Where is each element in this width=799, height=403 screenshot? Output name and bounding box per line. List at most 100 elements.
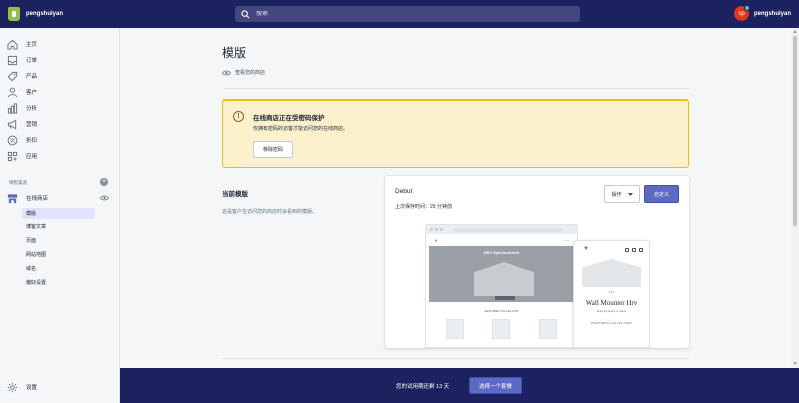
browser-bar [426,225,577,234]
current-theme-description: 这是客户在访问您的商店时会看到的模版。 [222,209,318,215]
theme-last-saved: 上次保存时间：29 分钟前 [395,204,452,210]
preview-hero: HRV Synchronized [429,246,574,302]
search-bar[interactable] [235,6,580,22]
scroll-down-icon[interactable] [793,362,797,365]
sidebar-item-label: 客户 [26,90,38,96]
top-bar: pengshuiyan sp pengshuiyan [0,0,799,28]
select-plan-button[interactable]: 选择一个套餐 [469,377,522,394]
sidebar-item-label: 设置 [26,385,38,391]
avatar: sp [733,5,750,21]
house-illustration-icon [474,262,534,296]
sidebar-item-home[interactable]: 主页 [0,37,120,51]
house-illustration-icon [582,259,641,287]
preview-logo-icon: ▼ [583,246,589,252]
main-content: 模版 查看您的商店 ! 在线商店正在受密码保护 仅拥有密码的访客才能访问您的在线… [121,28,791,368]
product-thumbnail [492,319,511,339]
mobile-preview[interactable]: ▼ ‹ • › Wall Mounter Hrv Enjoy the beaut… [573,240,650,348]
desktop-preview[interactable]: ▼ ⌕ ▭ HRV Synchronized FEATURED COLLECTI… [425,224,578,348]
store-brand[interactable]: pengshuiyan [8,7,220,21]
megaphone-icon [7,119,17,129]
preview-hero-title: HRV Synchronized [483,250,520,255]
sidebar-item-label: 订单 [26,58,38,64]
sidebar-subitem-navigation[interactable]: 网站地图 [22,249,95,260]
sidebar-item-analytics[interactable]: 分析 [0,101,120,115]
shopify-logo-icon [8,7,20,21]
sidebar-subitem-domains[interactable]: 域名 [22,263,95,274]
scrollbar[interactable] [791,28,799,368]
search-input[interactable] [256,11,556,17]
sidebar-item-orders[interactable]: 订单 [0,53,120,67]
product-thumbnail [538,319,557,339]
sidebar-subitem-preferences[interactable]: 偏好设置 [22,277,95,288]
preview-cart-icon: ⌕ ▭ [564,238,569,242]
actions-label: 操作 [611,191,622,198]
customize-button[interactable]: 自定义 [644,185,679,203]
product-thumbnail [446,319,465,339]
actions-dropdown-button[interactable]: 操作 [604,185,640,203]
trial-bar: 您的试用期还剩 13 天 选择一个套餐 [120,368,799,403]
view-store-link[interactable]: 查看您的商店 [222,69,265,76]
discount-icon [7,135,18,145]
sidebar-subitem-blog-posts[interactable]: 博客文章 [22,221,95,232]
sidebar-item-marketing[interactable]: 营销 [0,117,120,131]
window-dot [435,228,438,231]
sidebar-subitem-pages[interactable]: 页面 [22,235,95,246]
divider [222,358,689,359]
sidebar-item-customers[interactable]: 客户 [0,85,120,99]
sidebar-item-label: 产品 [26,74,38,80]
divider [222,88,689,89]
theme-name: Debut [395,188,413,195]
carousel-dots: ‹ • › [608,289,615,294]
remove-password-button[interactable]: 移除密码 [253,141,293,158]
add-channel-icon[interactable]: + [100,178,108,186]
store-name: pengshuiyan [26,11,64,17]
eye-icon [222,70,231,75]
user-menu[interactable]: sp pengshuiyan [733,5,791,21]
banner-title: 在线商店正在受密码保护 [253,115,325,122]
tag-icon [7,71,18,81]
banner-description: 仅拥有密码的访客才能访问您的在线商店。 [253,126,349,132]
sidebar-item-label: 折扣 [26,138,38,144]
sidebar: 主页 订单 产品 客户 分析 营销 折扣 应用 销售渠道 + 在线商店 模版 博… [0,28,120,403]
preview-hero-button [495,296,515,300]
mobile-header: ▼ [574,241,649,259]
trial-days-remaining: 您的试用期还剩 13 天 [396,384,450,390]
current-theme-title: 当前模版 [222,191,248,198]
view-store-label: 查看您的商店 [235,70,266,76]
page-title: 模版 [222,46,247,60]
mobile-hero-title: Wall Mounter Hrv [585,299,638,307]
sidebar-item-discounts[interactable]: 折扣 [0,133,120,147]
password-protection-banner: ! 在线商店正在受密码保护 仅拥有密码的访客才能访问您的在线商店。 移除密码 [222,99,689,168]
bar-chart-icon [7,102,18,114]
url-bar [453,227,563,232]
mobile-featured-label: FEATURED COLLECTION [591,321,632,325]
sidebar-item-products[interactable]: 产品 [0,69,120,83]
current-theme-card: Debut 上次保存时间：29 分钟前 操作 自定义 ▼ ⌕ ▭ HRV Syn… [385,176,689,348]
sidebar-item-apps[interactable]: 应用 [0,149,120,163]
home-icon [7,39,18,50]
sidebar-item-settings[interactable]: 设置 [0,380,120,394]
orders-icon [7,55,18,65]
search-icon [625,248,629,252]
sidebar-item-label: 主页 [26,42,38,48]
mobile-hero-subtitle: Enjoy the beauty of nature [596,310,627,313]
store-icon [7,193,18,203]
window-dot [440,228,443,231]
user-name: pengshuiyan [753,10,791,17]
scroll-thumb[interactable] [793,36,797,226]
caret-down-icon [627,192,633,196]
apps-icon [7,151,18,161]
menu-icon [639,248,643,252]
sidebar-subitem-themes[interactable]: 模版 [22,208,95,219]
preview-logo-icon: ▼ [434,237,438,243]
scroll-up-icon[interactable] [793,30,797,33]
preview-products [426,319,577,339]
sidebar-item-label: 在线商店 [26,196,49,202]
window-dot [430,228,433,231]
person-icon [7,87,18,97]
sales-channels-label: 销售渠道 [9,180,27,185]
sidebar-item-label: 应用 [26,154,38,160]
sidebar-item-label: 分析 [26,106,38,112]
mobile-header-icons [625,248,643,252]
eye-icon[interactable] [100,195,109,201]
